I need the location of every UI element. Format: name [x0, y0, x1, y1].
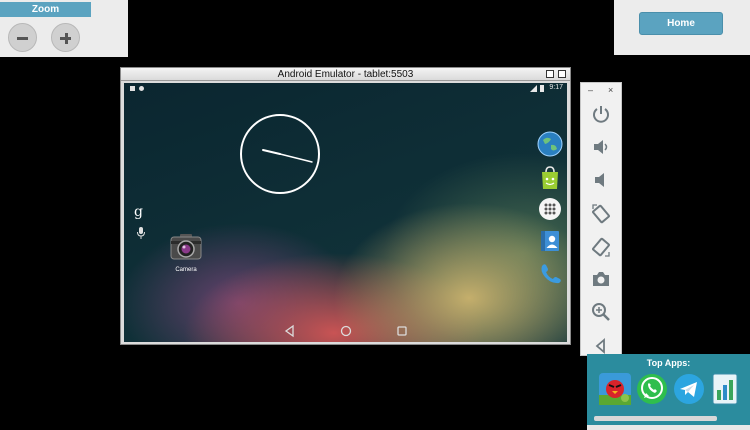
panel-minimize-icon[interactable]: – — [588, 85, 593, 95]
camera-app-label: Camera — [175, 267, 197, 273]
contacts-icon[interactable] — [537, 228, 563, 254]
power-icon[interactable] — [590, 103, 612, 125]
angry-birds-icon[interactable] — [599, 373, 631, 405]
zoom-out-button[interactable] — [8, 23, 37, 52]
status-time: 9:17 — [549, 84, 563, 91]
plus-icon-vertical — [64, 32, 68, 44]
emulator-window: Android Emulator - tablet:5503 9:17 g Ca… — [120, 67, 571, 345]
rotate-right-icon[interactable] — [590, 236, 612, 258]
camera-app-icon — [170, 234, 202, 260]
zoom-in-button[interactable] — [51, 23, 80, 52]
apps-scrollbar[interactable] — [594, 416, 717, 421]
navigation-bar — [124, 324, 567, 338]
home-button[interactable]: Home — [639, 12, 723, 35]
google-search-icon[interactable]: g — [134, 204, 143, 220]
apps-panel-footer — [587, 425, 750, 430]
window-minimize-icon[interactable] — [546, 70, 554, 78]
volume-up-icon[interactable] — [590, 136, 612, 158]
signal-icon — [530, 85, 537, 92]
camera-icon[interactable] — [590, 268, 612, 290]
rotate-left-icon[interactable] — [590, 203, 612, 225]
window-restore-icon[interactable] — [558, 70, 566, 78]
zoom-icon[interactable] — [590, 301, 612, 323]
notification-icon — [130, 86, 135, 91]
back-icon[interactable] — [283, 324, 297, 338]
emulator-titlebar[interactable]: Android Emulator - tablet:5503 — [121, 68, 570, 81]
zoom-panel: Zoom — [0, 0, 128, 57]
browser-icon[interactable] — [537, 131, 563, 157]
data-usage-icon[interactable] — [709, 373, 741, 405]
status-bar: 9:17 — [124, 83, 567, 95]
panel-close-icon[interactable]: × — [608, 85, 613, 95]
emulator-title: Android Emulator - tablet:5503 — [277, 69, 414, 80]
telegram-icon[interactable] — [673, 373, 705, 405]
battery-icon — [540, 85, 544, 92]
phone-icon[interactable] — [537, 260, 563, 286]
emulator-control-panel: – × — [580, 82, 622, 356]
minus-icon — [17, 37, 28, 40]
top-apps-panel: Top Apps: — [587, 354, 750, 430]
volume-down-icon[interactable] — [590, 169, 612, 191]
market-icon[interactable] — [537, 165, 563, 191]
mic-icon[interactable] — [136, 227, 146, 239]
camera-app-shortcut[interactable]: Camera — [168, 233, 204, 273]
android-screen[interactable]: 9:17 g Camera — [124, 83, 567, 342]
home-icon[interactable] — [339, 324, 353, 338]
all-apps-icon[interactable] — [537, 196, 563, 222]
analog-clock-widget[interactable] — [239, 113, 321, 195]
whatsapp-icon[interactable] — [636, 373, 668, 405]
home-panel: Home — [614, 0, 750, 55]
recents-icon[interactable] — [395, 324, 409, 338]
notification-icon — [139, 86, 144, 91]
zoom-title: Zoom — [0, 2, 91, 17]
top-apps-title: Top Apps: — [646, 358, 691, 368]
